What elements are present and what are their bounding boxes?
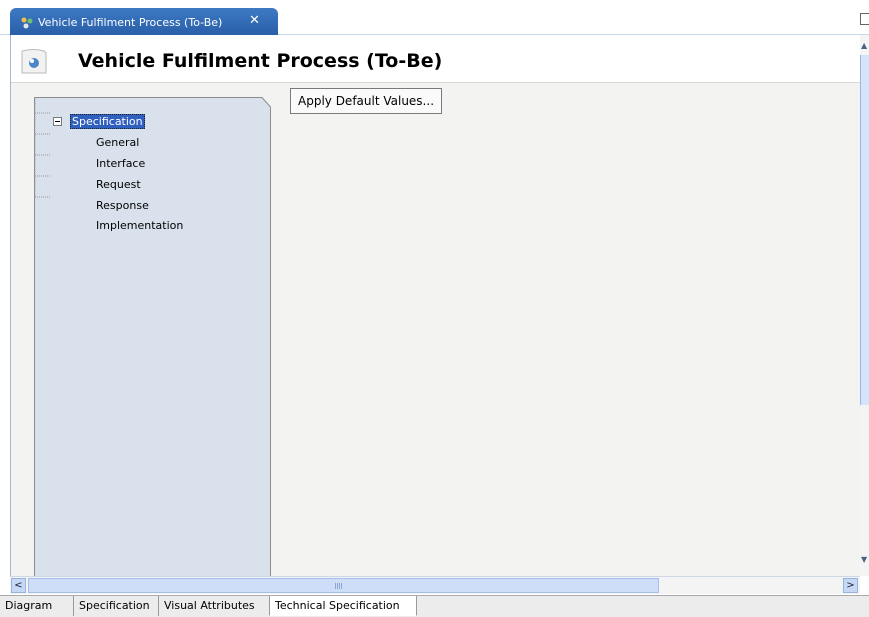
tree-item-request[interactable]: Request	[96, 178, 141, 191]
tree-item-implementation[interactable]: Implementation	[96, 219, 183, 232]
specification-tree-panel: Specification General Interface Request …	[34, 97, 271, 577]
editor-page-tabs: Diagram Specification Visual Attributes …	[0, 595, 869, 617]
panel-background	[34, 97, 271, 577]
tab-visual-attributes[interactable]: Visual Attributes	[159, 596, 270, 616]
editor-tab-title: Vehicle Fulfilment Process (To-Be)	[38, 16, 223, 29]
vertical-scrollbar[interactable]: ▲ ▼	[860, 35, 869, 576]
scroll-down-icon[interactable]: ▼	[861, 555, 867, 564]
editor-area: Vehicle Fulfilment Process (To-Be) Speci…	[10, 35, 861, 577]
maximize-icon[interactable]	[860, 13, 869, 25]
collapse-icon[interactable]	[53, 117, 62, 126]
scroll-grip-icon	[335, 583, 343, 589]
tree-connector-lines	[34, 97, 51, 198]
scroll-left-icon[interactable]: <	[11, 578, 26, 593]
apply-default-values-button[interactable]: Apply Default Values...	[290, 88, 443, 114]
close-icon[interactable]: ✕	[249, 13, 260, 28]
business-process-icon	[21, 49, 47, 74]
tab-specification[interactable]: Specification	[74, 596, 159, 616]
page-title: Vehicle Fulfilment Process (To-Be)	[78, 50, 443, 72]
tab-diagram[interactable]: Diagram	[0, 596, 74, 616]
tree-item-interface[interactable]: Interface	[96, 157, 145, 170]
tab-technical-specification[interactable]: Technical Specification	[269, 596, 417, 616]
vertical-scroll-thumb[interactable]	[860, 55, 869, 405]
process-icon	[21, 17, 33, 29]
horizontal-scrollbar[interactable]: < >	[10, 576, 860, 594]
scroll-up-icon[interactable]: ▲	[861, 41, 867, 50]
horizontal-scroll-thumb[interactable]	[28, 578, 659, 593]
tree-root-specification[interactable]: Specification	[70, 114, 145, 129]
tree-item-response[interactable]: Response	[96, 199, 149, 212]
scroll-right-icon[interactable]: >	[843, 578, 858, 593]
tree-item-general[interactable]: General	[96, 136, 139, 149]
form-header: Vehicle Fulfilment Process (To-Be)	[11, 35, 861, 83]
editor-tab[interactable]: Vehicle Fulfilment Process (To-Be) ✕	[10, 8, 278, 35]
editor-tab-bar: Vehicle Fulfilment Process (To-Be) ✕	[0, 0, 869, 35]
